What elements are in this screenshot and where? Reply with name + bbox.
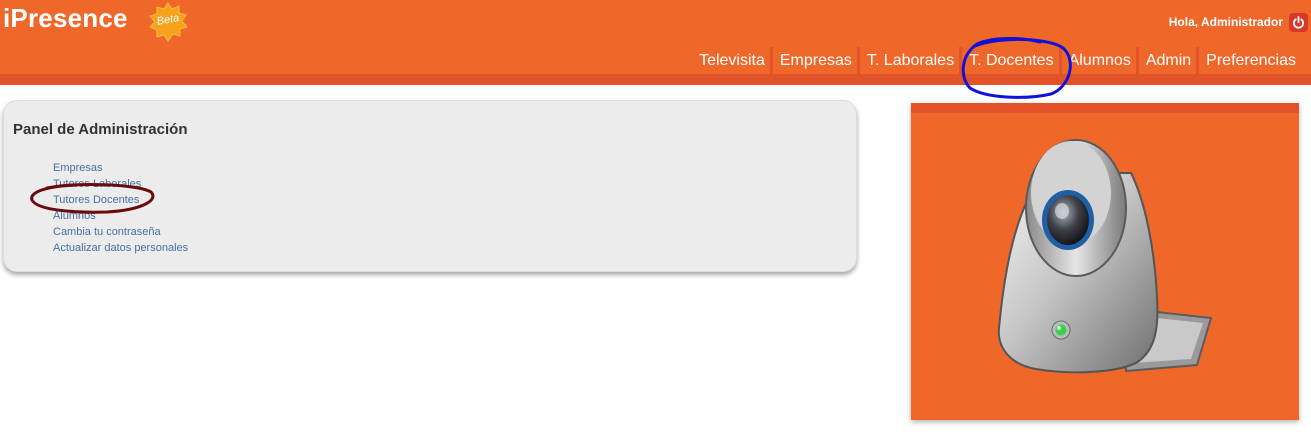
nav-item-t-laborales[interactable]: T. Laborales [859, 47, 960, 74]
logout-button[interactable] [1289, 13, 1308, 32]
illustration-box [911, 103, 1299, 420]
nav-item-televisita[interactable]: Televisita [687, 47, 770, 74]
link-actualizar-datos[interactable]: Actualizar datos personales [53, 240, 188, 256]
link-alumnos[interactable]: Alumnos [53, 208, 188, 224]
nav-item-preferencias[interactable]: Preferencias [1199, 47, 1301, 74]
webcam-icon [997, 139, 1213, 374]
link-empresas[interactable]: Empresas [53, 160, 188, 176]
illustration-box-stripe [911, 103, 1299, 113]
main-nav: Televisita Empresas T. Laborales T. Doce… [687, 47, 1301, 74]
admin-links-list: Empresas Tutores Laborales Tutores Docen… [53, 160, 188, 256]
power-icon [1293, 16, 1304, 29]
admin-panel: Panel de Administración Empresas Tutores… [3, 100, 857, 272]
link-cambia-contrasena[interactable]: Cambia tu contraseña [53, 224, 188, 240]
nav-item-t-docentes[interactable]: T. Docentes [962, 47, 1059, 74]
link-tutores-docentes[interactable]: Tutores Docentes [53, 192, 188, 208]
panel-title: Panel de Administración [13, 121, 188, 138]
beta-badge: Beta [148, 2, 188, 42]
greeting-text: Hola, Administrador [1168, 15, 1283, 29]
link-tutores-laborales[interactable]: Tutores Laborales [53, 176, 188, 192]
top-bar-stripe [0, 74, 1311, 85]
app-logo[interactable]: iPresence [3, 3, 128, 34]
nav-item-empresas[interactable]: Empresas [772, 47, 857, 74]
nav-item-admin[interactable]: Admin [1138, 47, 1197, 74]
nav-item-alumnos[interactable]: Alumnos [1061, 47, 1136, 74]
